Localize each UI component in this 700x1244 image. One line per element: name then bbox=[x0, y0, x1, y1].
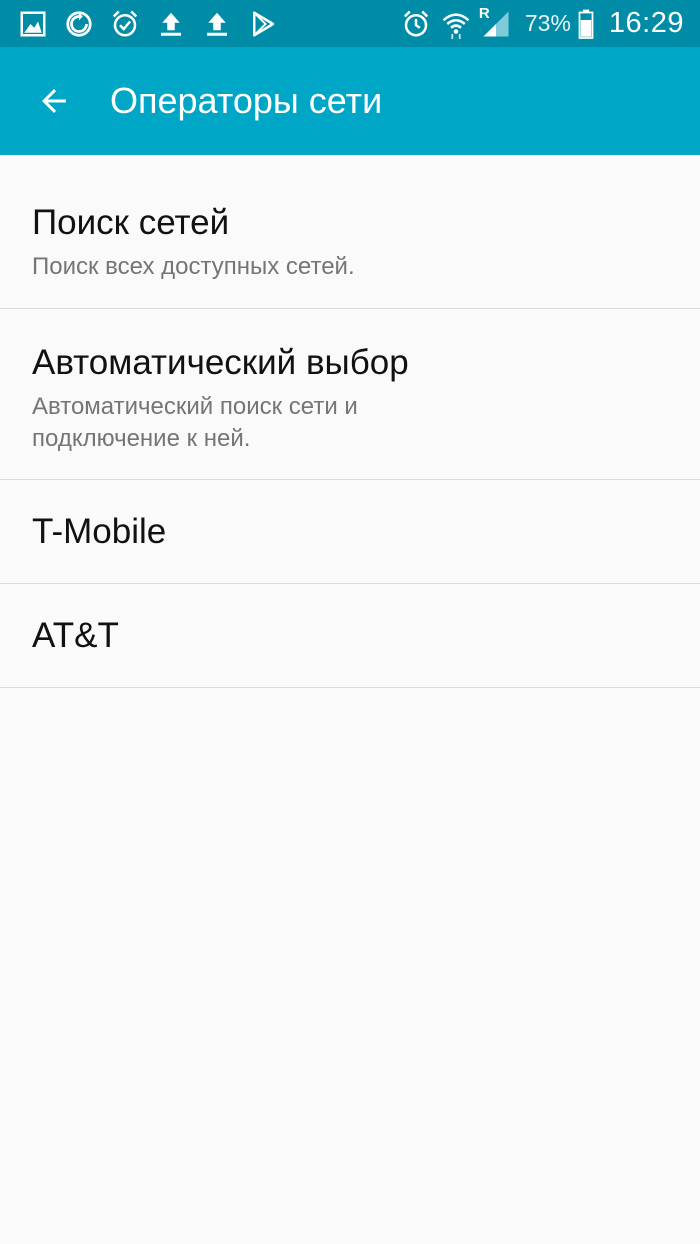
screen: R 73% 16:29 Операторы сети Поиск сетей П… bbox=[0, 0, 700, 1244]
sync-icon bbox=[64, 9, 94, 39]
alarm-icon bbox=[110, 9, 140, 39]
page-title: Операторы сети bbox=[110, 80, 383, 121]
item-title: T-Mobile bbox=[32, 511, 167, 551]
battery-percent: 73% bbox=[524, 10, 571, 36]
list-item-search-networks[interactable]: Поиск сетей Поиск всех доступных сетей. bbox=[0, 155, 700, 309]
upload-icon bbox=[202, 9, 232, 39]
list-item-automatic-selection[interactable]: Автоматический выбор Автоматический поис… bbox=[0, 309, 700, 480]
clock: 16:29 bbox=[608, 7, 684, 39]
item-subtitle: Автоматический поиск сети и подключение … bbox=[32, 393, 358, 452]
network-operators-list: Поиск сетей Поиск всех доступных сетей. … bbox=[0, 155, 700, 688]
roaming-label: R bbox=[478, 4, 490, 22]
play-store-icon bbox=[248, 9, 278, 39]
item-title: Автоматический выбор bbox=[32, 343, 409, 382]
alarm-icon bbox=[401, 9, 431, 39]
app-bar: Операторы сети bbox=[0, 47, 700, 155]
item-title: AT&T bbox=[32, 615, 119, 655]
wifi-icon bbox=[441, 9, 471, 39]
list-item-t-mobile[interactable]: T-Mobile bbox=[0, 480, 700, 584]
item-subtitle: Поиск всех доступных сетей. bbox=[32, 253, 355, 280]
gallery-icon bbox=[18, 9, 48, 39]
list-item-att[interactable]: AT&T bbox=[0, 584, 700, 688]
arrow-left-icon[interactable] bbox=[34, 81, 74, 121]
status-right: R 73% 16:29 bbox=[401, 0, 684, 47]
battery-icon bbox=[577, 9, 595, 39]
status-left bbox=[18, 0, 294, 47]
item-title: Поиск сетей bbox=[32, 203, 230, 242]
status-bar: R 73% 16:29 bbox=[0, 0, 700, 47]
signal-roaming-icon: R bbox=[479, 5, 511, 39]
upload-icon bbox=[156, 9, 186, 39]
